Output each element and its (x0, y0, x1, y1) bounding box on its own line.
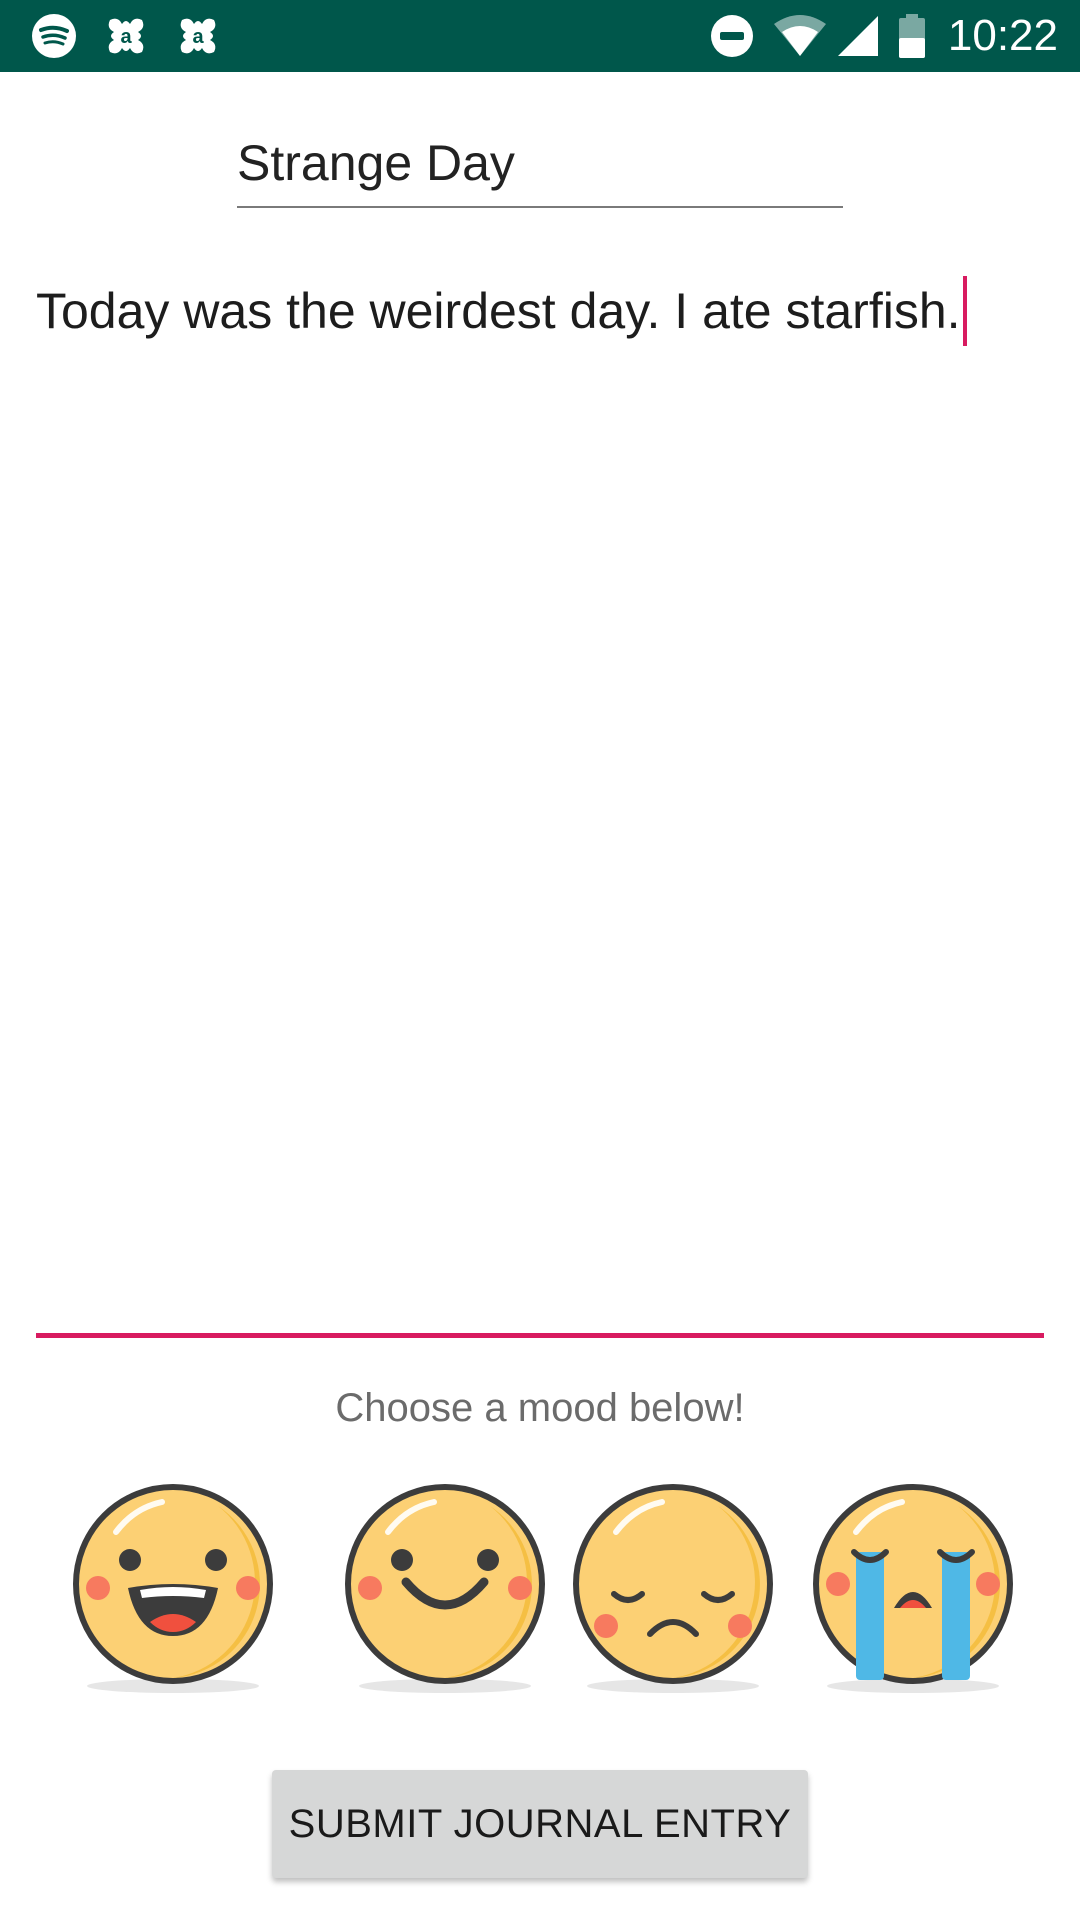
entry-body-field[interactable]: Today was the weirdest day. I ate starfi… (36, 276, 1044, 1338)
submit-journal-entry-button[interactable]: SUBMIT JOURNAL ENTRY (272, 1770, 808, 1878)
cell-signal-icon (838, 16, 878, 56)
text-cursor (962, 276, 967, 346)
sad-face-icon[interactable] (568, 1476, 778, 1696)
status-time: 10:22 (947, 11, 1058, 60)
app-notification-icon: a (180, 18, 216, 54)
do-not-disturb-icon (711, 15, 753, 57)
entry-title-field[interactable] (237, 128, 843, 208)
very-happy-face-icon[interactable] (68, 1476, 278, 1696)
app-notification-icon: a (108, 18, 144, 54)
svg-text:a: a (192, 26, 204, 48)
entry-title-input[interactable] (237, 128, 843, 204)
body-underline-focused (36, 1333, 1044, 1338)
wifi-icon (774, 15, 826, 56)
crying-face-icon[interactable] (808, 1476, 1018, 1696)
title-underline (237, 206, 843, 208)
status-bar: a a 10:22 (0, 0, 1080, 72)
battery-icon (899, 14, 925, 58)
entry-body-text[interactable]: Today was the weirdest day. I ate starfi… (36, 276, 1044, 346)
svg-text:a: a (120, 26, 132, 48)
mood-prompt: Choose a mood below! (335, 1386, 745, 1430)
entry-body-value: Today was the weirdest day. I ate starfi… (36, 283, 961, 339)
spotify-icon (32, 14, 76, 58)
happy-face-icon[interactable] (340, 1476, 550, 1696)
